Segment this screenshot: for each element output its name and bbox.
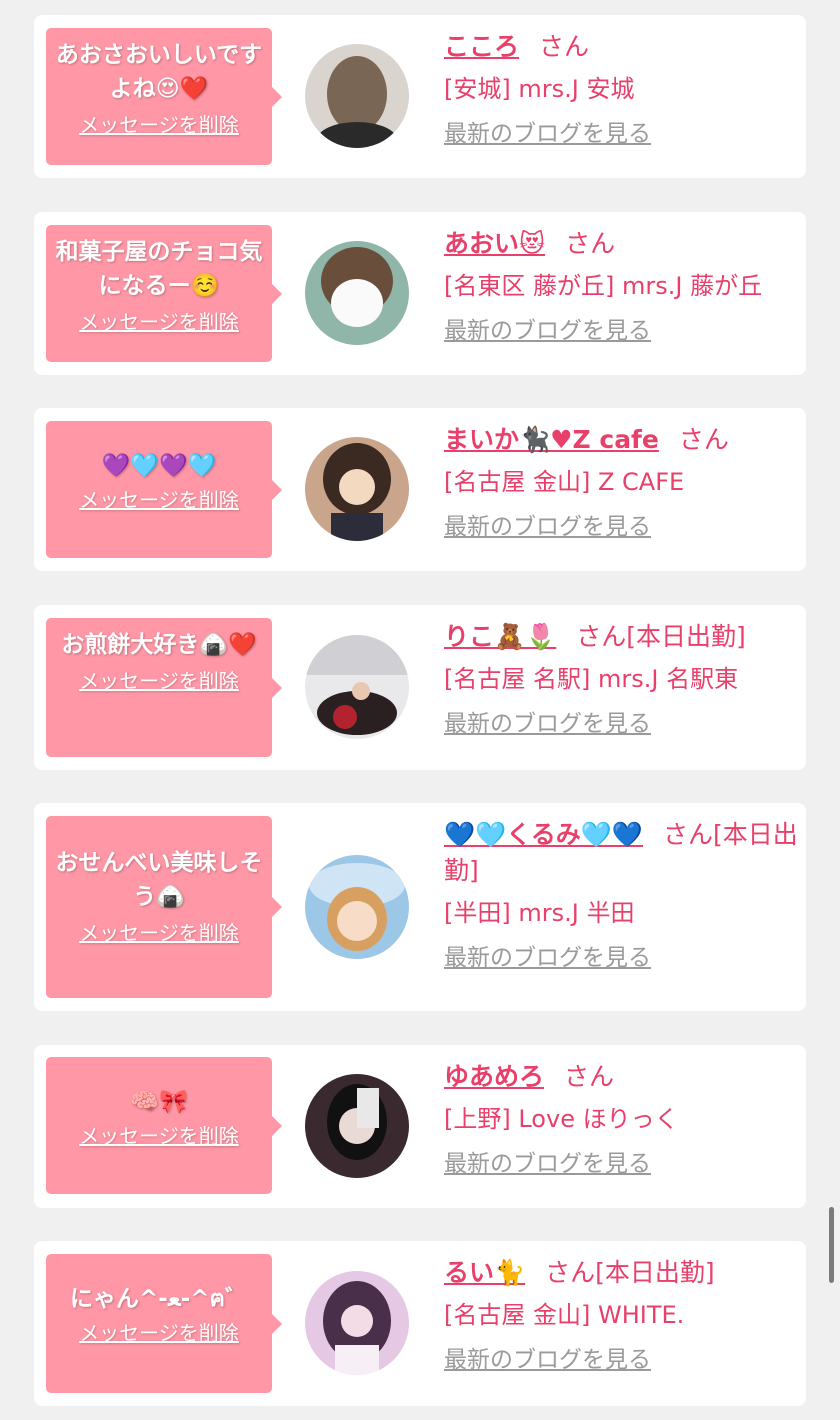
- message-card: あおさおいしいですよね😍❤️ メッセージを削除 こころ さん [安城] mrs.J…: [34, 15, 806, 178]
- avatar[interactable]: [305, 635, 409, 739]
- avatar[interactable]: [305, 241, 409, 345]
- shop-label: [半田] mrs.J 半田: [444, 899, 635, 927]
- profile-info: るい🐈 さん[本日出勤] [名古屋 金山] WHITE. 最新のブログを見る: [444, 1255, 798, 1375]
- profile-info: りこ🧸🌷 さん[本日出勤] [名古屋 名駅] mrs.J 名駅東 最新のブログを見…: [444, 619, 798, 739]
- message-bubble: あおさおいしいですよね😍❤️ メッセージを削除: [46, 28, 282, 165]
- view-blog-link[interactable]: 最新のブログを見る: [444, 316, 651, 346]
- honorific: さん: [565, 229, 616, 258]
- message-text: あおさおいしいですよね😍❤️: [55, 42, 263, 102]
- message-card: 🧠🎀 メッセージを削除 ゆあめろ さん [上野] Love ほりっく 最新のブログ…: [34, 1045, 806, 1208]
- profile-name-link[interactable]: 💙🩵くるみ🩵💙: [444, 820, 643, 849]
- profile-info: 💙🩵くるみ🩵💙 さん[本日出勤] [半田] mrs.J 半田 最新のブログを見る: [444, 817, 798, 973]
- message-bubble: 🧠🎀 メッセージを削除: [46, 1057, 282, 1194]
- avatar[interactable]: [305, 44, 409, 148]
- profile-info: まいか🐈‍⬛♥Z cafe さん [名古屋 金山] Z CAFE 最新のブログを見…: [444, 422, 798, 542]
- profile-info: こころ さん [安城] mrs.J 安城 最新のブログを見る: [444, 29, 798, 149]
- message-card: お煎餅大好き🍙❤️ メッセージを削除 りこ🧸🌷 さん[本日出勤] [名古屋 名駅]…: [34, 605, 806, 770]
- honorific: さん[本日出勤]: [576, 622, 746, 651]
- message-text: 🧠🎀: [130, 1089, 188, 1115]
- message-bubble: 和菓子屋のチョコ気になるー☺️ メッセージを削除: [46, 225, 282, 362]
- delete-message-link[interactable]: メッセージを削除: [79, 1320, 239, 1346]
- message-text: おせんべい美味しそう🍙: [55, 850, 263, 910]
- profile-name-link[interactable]: こころ: [444, 32, 519, 61]
- profile-name-link[interactable]: るい🐈: [444, 1258, 525, 1287]
- view-blog-link[interactable]: 最新のブログを見る: [444, 119, 651, 149]
- shop-label: [名古屋 名駅] mrs.J 名駅東: [444, 665, 739, 693]
- scrollbar-thumb[interactable]: [829, 1207, 834, 1283]
- delete-message-link[interactable]: メッセージを削除: [79, 1123, 239, 1149]
- message-bubble: 💜🩵💜🩵 メッセージを削除: [46, 421, 282, 558]
- message-bubble: おせんべい美味しそう🍙 メッセージを削除: [46, 816, 282, 998]
- shop-label: [名東区 藤が丘] mrs.J 藤が丘: [444, 272, 763, 300]
- delete-message-link[interactable]: メッセージを削除: [79, 487, 239, 513]
- shop-label: [安城] mrs.J 安城: [444, 75, 635, 103]
- view-blog-link[interactable]: 最新のブログを見る: [444, 512, 651, 542]
- delete-message-link[interactable]: メッセージを削除: [79, 668, 239, 694]
- message-text: にゃん^-ﻌ-^ฅ゛: [69, 1286, 248, 1312]
- avatar[interactable]: [305, 437, 409, 541]
- message-text: 和菓子屋のチョコ気になるー☺️: [55, 239, 263, 299]
- avatar[interactable]: [305, 855, 409, 959]
- message-text: 💜🩵💜🩵: [101, 453, 217, 479]
- delete-message-link[interactable]: メッセージを削除: [79, 309, 239, 335]
- avatar[interactable]: [305, 1074, 409, 1178]
- view-blog-link[interactable]: 最新のブログを見る: [444, 1149, 651, 1179]
- honorific: さん: [678, 425, 729, 454]
- message-bubble: にゃん^-ﻌ-^ฅ゛ メッセージを削除: [46, 1254, 282, 1393]
- honorific: さん: [539, 32, 590, 61]
- profile-name-link[interactable]: まいか🐈‍⬛♥Z cafe: [444, 425, 659, 454]
- profile-name-link[interactable]: ゆあめろ: [444, 1062, 544, 1091]
- shop-label: [上野] Love ほりっく: [444, 1105, 679, 1133]
- profile-name-link[interactable]: あおい😻: [444, 229, 545, 258]
- avatar[interactable]: [305, 1271, 409, 1375]
- honorific: さん: [564, 1062, 615, 1091]
- delete-message-link[interactable]: メッセージを削除: [79, 920, 239, 946]
- message-text: お煎餅大好き🍙❤️: [61, 632, 257, 658]
- honorific: さん[本日出勤]: [545, 1258, 715, 1287]
- message-card: にゃん^-ﻌ-^ฅ゛ メッセージを削除 るい🐈 さん[本日出勤] [名古屋 金山]…: [34, 1241, 806, 1406]
- view-blog-link[interactable]: 最新のブログを見る: [444, 943, 651, 973]
- profile-info: あおい😻 さん [名東区 藤が丘] mrs.J 藤が丘 最新のブログを見る: [444, 226, 798, 346]
- delete-message-link[interactable]: メッセージを削除: [79, 112, 239, 138]
- message-bubble: お煎餅大好き🍙❤️ メッセージを削除: [46, 618, 282, 757]
- shop-label: [名古屋 金山] WHITE.: [444, 1301, 685, 1329]
- shop-label: [名古屋 金山] Z CAFE: [444, 468, 685, 496]
- view-blog-link[interactable]: 最新のブログを見る: [444, 1345, 651, 1375]
- message-card: おせんべい美味しそう🍙 メッセージを削除 💙🩵くるみ🩵💙 さん[本日出勤] [半田…: [34, 803, 806, 1011]
- view-blog-link[interactable]: 最新のブログを見る: [444, 709, 651, 739]
- profile-name-link[interactable]: りこ🧸🌷: [444, 622, 556, 651]
- message-card: 💜🩵💜🩵 メッセージを削除 まいか🐈‍⬛♥Z cafe さん [名古屋 金山] Z…: [34, 408, 806, 571]
- profile-info: ゆあめろ さん [上野] Love ほりっく 最新のブログを見る: [444, 1059, 798, 1179]
- message-card: 和菓子屋のチョコ気になるー☺️ メッセージを削除 あおい😻 さん [名東区 藤が丘…: [34, 212, 806, 375]
